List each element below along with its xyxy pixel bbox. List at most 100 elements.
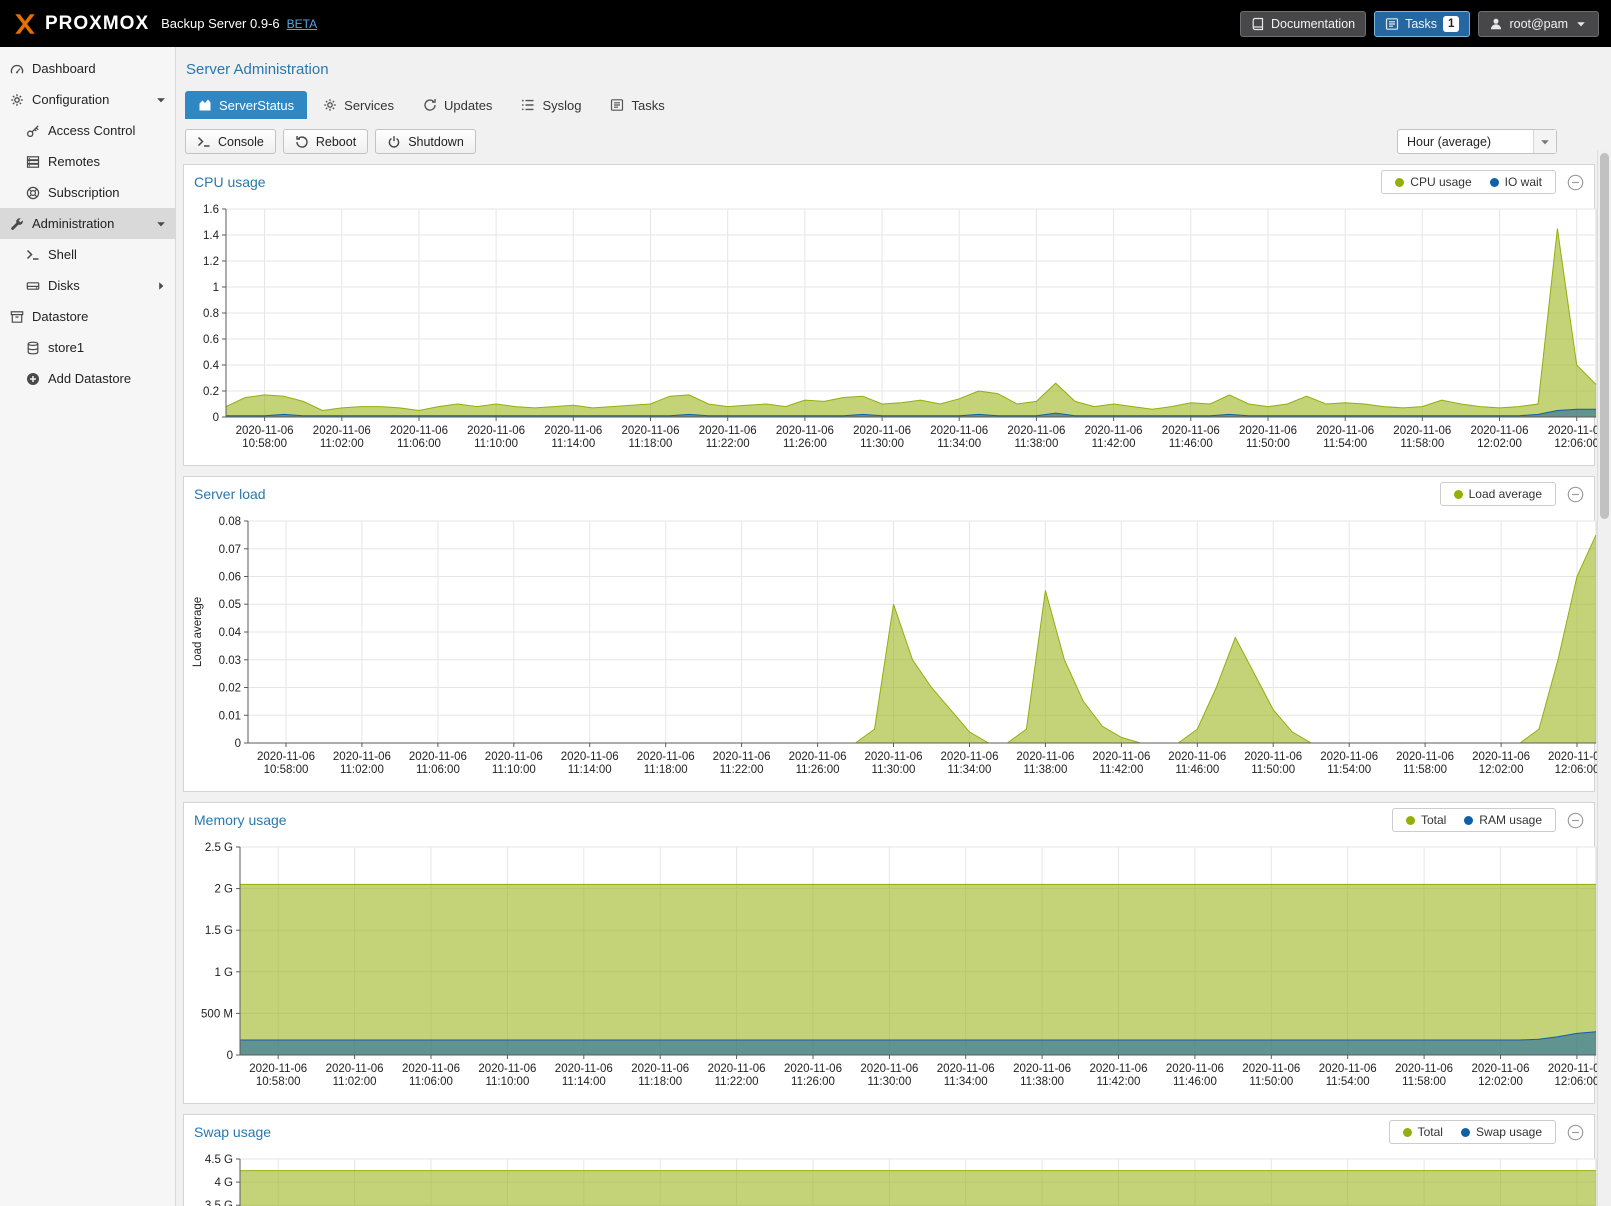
shell-icon — [197, 135, 211, 149]
sidebar-item-disks[interactable]: Disks — [0, 270, 175, 301]
svg-text:2020-11-06: 2020-11-06 — [776, 425, 834, 437]
sidebar-item-datastore[interactable]: Datastore — [0, 301, 175, 332]
svg-text:2020-11-06: 2020-11-06 — [1244, 751, 1302, 763]
svg-text:11:50:00: 11:50:00 — [1251, 764, 1295, 776]
svg-text:2020-11-06: 2020-11-06 — [249, 1063, 307, 1075]
legend-dot — [1461, 1128, 1470, 1137]
legend: CPU usage IO wait — [1381, 170, 1556, 194]
timeframe-select[interactable]: Hour (average) — [1397, 129, 1557, 154]
collapse-panel-button[interactable] — [1567, 486, 1584, 503]
svg-text:0: 0 — [235, 738, 241, 750]
shutdown-button[interactable]: Shutdown — [375, 129, 476, 154]
legend: Total Swap usage — [1389, 1120, 1556, 1144]
header-actions: Documentation Tasks 1 root@pam — [1240, 11, 1599, 37]
sidebar-item-label: Remotes — [48, 154, 100, 169]
legend-item-io-wait[interactable]: IO wait — [1490, 175, 1542, 189]
tab-syslog[interactable]: Syslog — [508, 91, 594, 119]
tab-label: Tasks — [631, 98, 664, 113]
sidebar-item-subscription[interactable]: Subscription — [0, 177, 175, 208]
sidebar-item-label: store1 — [48, 340, 84, 355]
svg-text:1.5 G: 1.5 G — [205, 925, 233, 937]
tab-updates[interactable]: Updates — [410, 91, 505, 119]
panel-title: Swap usage — [194, 1124, 271, 1140]
plus-circle-icon — [25, 372, 40, 386]
gears-icon — [9, 93, 24, 107]
tab-label: ServerStatus — [219, 98, 294, 113]
svg-text:0.6: 0.6 — [203, 334, 219, 346]
svg-text:11:26:00: 11:26:00 — [796, 764, 840, 776]
legend-label: RAM usage — [1479, 813, 1542, 827]
sidebar-item-label: Dashboard — [32, 61, 96, 76]
sidebar-item-administration[interactable]: Administration — [0, 208, 175, 239]
legend-dot — [1406, 816, 1415, 825]
legend-item-swap-usage[interactable]: Swap usage — [1461, 1125, 1542, 1139]
documentation-button[interactable]: Documentation — [1240, 11, 1366, 37]
tasks-button[interactable]: Tasks 1 — [1374, 11, 1470, 37]
toolbar-button-label: Shutdown — [408, 135, 464, 149]
legend-dot — [1454, 490, 1463, 499]
svg-text:2020-11-06: 2020-11-06 — [561, 751, 619, 763]
svg-text:2020-11-06: 2020-11-06 — [467, 425, 525, 437]
svg-text:11:58:00: 11:58:00 — [1402, 1076, 1446, 1088]
svg-text:11:26:00: 11:26:00 — [791, 1076, 835, 1088]
collapse-panel-button[interactable] — [1567, 812, 1584, 829]
sidebar-item-label: Subscription — [48, 185, 120, 200]
sidebar-item-label: Administration — [32, 216, 114, 231]
tab-services[interactable]: Services — [310, 91, 407, 119]
svg-text:2020-11-06: 2020-11-06 — [1548, 1063, 1600, 1075]
legend-item-ram-usage[interactable]: RAM usage — [1464, 813, 1542, 827]
svg-text:2020-11-06: 2020-11-06 — [1393, 425, 1451, 437]
svg-text:11:42:00: 11:42:00 — [1092, 438, 1136, 450]
sidebar-item-dashboard[interactable]: Dashboard — [0, 53, 175, 84]
svg-text:1.4: 1.4 — [203, 230, 220, 242]
svg-text:11:46:00: 11:46:00 — [1175, 764, 1219, 776]
legend-item-cpu-usage[interactable]: CPU usage — [1395, 175, 1471, 189]
documentation-label: Documentation — [1271, 17, 1355, 31]
svg-text:11:18:00: 11:18:00 — [644, 764, 688, 776]
caret-down-icon — [153, 93, 168, 107]
book-icon — [1251, 17, 1265, 31]
svg-text:11:34:00: 11:34:00 — [937, 438, 981, 450]
sidebar-item-add-datastore[interactable]: Add Datastore — [0, 363, 175, 394]
legend-label: CPU usage — [1410, 175, 1471, 189]
svg-text:12:06:00: 12:06:00 — [1554, 438, 1599, 450]
svg-text:11:10:00: 11:10:00 — [492, 764, 536, 776]
legend-item-total[interactable]: Total — [1403, 1125, 1443, 1139]
svg-text:2020-11-06: 2020-11-06 — [1396, 751, 1454, 763]
sidebar-item-access-control[interactable]: Access Control — [0, 115, 175, 146]
sidebar-item-store1[interactable]: store1 — [0, 332, 175, 363]
tab-serverstatus[interactable]: ServerStatus — [185, 91, 307, 119]
svg-text:12:06:00: 12:06:00 — [1555, 764, 1600, 776]
svg-text:2020-11-06: 2020-11-06 — [1472, 751, 1530, 763]
sidebar-item-label: Configuration — [32, 92, 109, 107]
svg-text:0.03: 0.03 — [219, 655, 241, 667]
sidebar-item-shell[interactable]: Shell — [0, 239, 175, 270]
svg-text:2020-11-06: 2020-11-06 — [1016, 751, 1074, 763]
svg-text:11:42:00: 11:42:00 — [1099, 764, 1143, 776]
collapse-panel-button[interactable] — [1567, 174, 1584, 191]
panel-title: CPU usage — [194, 174, 266, 190]
collapse-panel-button[interactable] — [1567, 1124, 1584, 1141]
panel-swap-usage: Swap usageTotalSwap usage0500 M1 G1.5 G2… — [183, 1114, 1595, 1206]
user-menu-button[interactable]: root@pam — [1478, 11, 1599, 37]
scrollbar[interactable] — [1597, 150, 1610, 1206]
svg-text:3.5 G: 3.5 G — [205, 1200, 233, 1206]
reboot-button[interactable]: Reboot — [283, 129, 368, 154]
sidebar-item-configuration[interactable]: Configuration — [0, 84, 175, 115]
svg-text:11:22:00: 11:22:00 — [706, 438, 750, 450]
caret-down-icon — [1574, 17, 1588, 31]
tab-tasks[interactable]: Tasks — [597, 91, 677, 119]
svg-text:11:50:00: 11:50:00 — [1249, 1076, 1293, 1088]
scrollbar-thumb[interactable] — [1600, 153, 1609, 519]
svg-text:2020-11-06: 2020-11-06 — [1395, 1063, 1453, 1075]
tasks-badge: 1 — [1443, 16, 1459, 32]
legend-item-load-average[interactable]: Load average — [1454, 487, 1542, 501]
lifebuoy-icon — [25, 186, 40, 200]
svg-text:0.2: 0.2 — [203, 386, 219, 398]
beta-link[interactable]: BETA — [287, 17, 317, 31]
svg-text:11:50:00: 11:50:00 — [1246, 438, 1290, 450]
svg-text:11:22:00: 11:22:00 — [715, 1076, 759, 1088]
console-button[interactable]: Console — [185, 129, 276, 154]
sidebar-item-remotes[interactable]: Remotes — [0, 146, 175, 177]
legend-item-total[interactable]: Total — [1406, 813, 1446, 827]
